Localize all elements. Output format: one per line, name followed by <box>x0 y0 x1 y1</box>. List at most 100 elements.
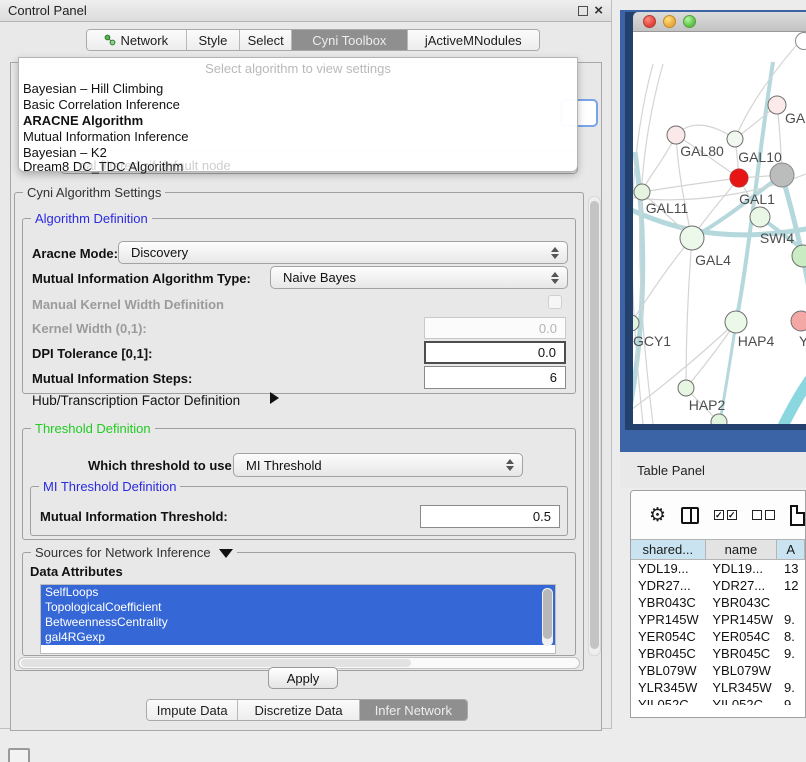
column-header-shared-name[interactable]: shared... <box>631 540 706 559</box>
tab-infer-network-label: Infer Network <box>375 703 452 718</box>
column-header-name[interactable]: name <box>706 540 778 559</box>
tab-network-label: Network <box>120 33 168 48</box>
cyni-algorithm-settings-title: Cyni Algorithm Settings <box>23 185 165 200</box>
gear-icon[interactable]: ⚙ <box>649 505 666 525</box>
tab-network[interactable]: Network <box>87 30 187 50</box>
network-node-gray[interactable] <box>770 163 794 187</box>
table-row[interactable]: YBR043C YBR043C <box>631 594 805 611</box>
select-all-columns-icon[interactable]: ✓ ✓ <box>714 510 737 520</box>
settings-horizontal-scrollbar-thumb[interactable] <box>21 659 411 667</box>
control-panel-titlebar[interactable]: Control Panel × <box>0 0 611 22</box>
mac-minimize-icon[interactable] <box>663 15 676 28</box>
mac-zoom-icon[interactable] <box>683 15 696 28</box>
attribute-list-scrollbar[interactable] <box>542 588 553 646</box>
dropdown-item-bayesian-hill-climbing[interactable]: Bayesian – Hill Climbing <box>23 81 163 96</box>
tab-select[interactable]: Select <box>240 30 292 50</box>
screen: Control Panel × Network Style Select <box>0 0 806 762</box>
manual-kernel-width-checkbox[interactable] <box>548 295 562 309</box>
kernel-width-label: Kernel Width (0,1): <box>32 321 147 336</box>
table-row-partial[interactable]: YIL052C YIL052C 9 <box>631 696 805 705</box>
table-row[interactable]: YPR145W YPR145W 9. <box>631 611 805 628</box>
table-row[interactable]: YDL19... YDL19... 13 <box>631 560 805 577</box>
node-label-gal80: GAL80 <box>680 143 724 159</box>
file-icon[interactable] <box>790 505 805 526</box>
network-canvas[interactable]: GAL GAL80 GAL10 GAL1 GAL11 SWI4 GAL4 GCY… <box>633 32 806 424</box>
threshold-definition-title: Threshold Definition <box>31 421 155 436</box>
dpi-tolerance-field[interactable]: 0.0 <box>424 341 566 364</box>
list-item-topologicalcoefficient[interactable]: TopologicalCoefficient <box>41 600 555 615</box>
network-nodes[interactable] <box>633 33 806 425</box>
which-threshold-label: Which threshold to use: <box>88 458 236 473</box>
deselect-all-columns-icon[interactable] <box>752 510 775 520</box>
network-node-gal11[interactable] <box>634 184 650 200</box>
attribute-list-scrollbar-thumb[interactable] <box>543 589 552 639</box>
table-panel-titlebar[interactable]: Table Panel <box>620 452 806 488</box>
network-node-gal80[interactable] <box>667 126 685 144</box>
tab-discretize-data[interactable]: Discretize Data <box>238 700 359 720</box>
list-item-betweennesscentrality[interactable]: BetweennessCentrality <box>41 615 555 630</box>
node-label-gcy1: GCY1 <box>633 333 671 349</box>
data-attributes-list[interactable]: SelfLoops TopologicalCoefficient Between… <box>40 584 556 654</box>
dropdown-prompt: Select algorithm to view settings <box>19 61 577 76</box>
network-node-bottom[interactable] <box>711 414 727 424</box>
network-node-gal4[interactable] <box>680 226 704 250</box>
node-label-gal: GAL <box>785 110 806 126</box>
list-item-gal4rgexp[interactable]: gal4RGexp <box>41 630 555 645</box>
tab-impute-data[interactable]: Impute Data <box>147 700 238 720</box>
tab-infer-network[interactable]: Infer Network <box>360 700 467 720</box>
network-node-gal1[interactable] <box>750 207 770 227</box>
mi-steps-value: 6 <box>550 370 557 385</box>
collapse-down-icon[interactable] <box>219 549 233 558</box>
settings-vertical-scrollbar-thumb[interactable] <box>590 201 599 649</box>
network-node-gal10[interactable] <box>727 131 743 147</box>
dropdown-item-aracne[interactable]: ARACNE Algorithm <box>23 113 143 128</box>
expand-right-icon[interactable] <box>270 392 279 404</box>
algorithm-definition-title: Algorithm Definition <box>31 211 152 226</box>
network-node-hap2[interactable] <box>678 380 694 396</box>
network-node-swi4[interactable] <box>792 245 806 267</box>
network-node-salmon[interactable] <box>791 311 806 331</box>
mi-algorithm-type-combo[interactable]: Naive Bayes <box>270 266 568 289</box>
float-window-icon[interactable] <box>578 6 588 16</box>
dropdown-item-basic-correlation[interactable]: Basic Correlation Inference <box>23 97 180 112</box>
network-tab-icon <box>104 34 116 46</box>
column-layout-icon[interactable] <box>681 507 699 524</box>
tab-select-label: Select <box>248 33 284 48</box>
table-row[interactable]: YBR045C YBR045C 9. <box>631 645 805 662</box>
combo-spinner-icon <box>506 459 514 471</box>
table-row[interactable]: YLR345W YLR345W 9. <box>631 679 805 696</box>
tab-cyni-toolbox[interactable]: Cyni Toolbox <box>292 30 407 50</box>
mi-threshold-field[interactable]: 0.5 <box>420 505 560 528</box>
network-node-red[interactable] <box>730 169 748 187</box>
mi-steps-field[interactable]: 6 <box>424 366 566 389</box>
list-item-selfloops[interactable]: SelfLoops <box>41 585 555 600</box>
apply-button[interactable]: Apply <box>268 667 338 689</box>
control-panel-window: Control Panel × Network Style Select <box>0 0 612 729</box>
table-row[interactable]: YER054C YER054C 8. <box>631 628 805 645</box>
kernel-width-field[interactable]: 0.0 <box>424 317 566 339</box>
network-node-gal[interactable] <box>768 96 786 114</box>
node-label-y: Y <box>799 333 806 349</box>
settings-vertical-scrollbar[interactable] <box>588 196 601 656</box>
which-threshold-combo[interactable]: MI Threshold <box>233 453 523 477</box>
network-window-titlebar[interactable] <box>633 12 806 32</box>
network-graph[interactable]: GAL GAL80 GAL10 GAL1 GAL11 SWI4 GAL4 GCY… <box>633 32 806 424</box>
dropdown-item-mutual-information[interactable]: Mutual Information Inference <box>23 129 188 144</box>
network-node-hap4[interactable] <box>725 311 747 333</box>
close-icon[interactable]: × <box>594 6 603 16</box>
combo-spinner-icon <box>551 247 559 259</box>
manual-kernel-width-label: Manual Kernel Width Definition <box>32 297 224 312</box>
tab-jactivemnodules[interactable]: jActiveMNodules <box>408 30 539 50</box>
network-node-labels: GAL GAL80 GAL10 GAL1 GAL11 SWI4 GAL4 GCY… <box>633 110 806 413</box>
control-panel-tabbar: Network Style Select Cyni Toolbox jActiv… <box>86 29 540 51</box>
tab-style[interactable]: Style <box>187 30 241 50</box>
mi-algorithm-type-label: Mutual Information Algorithm Type: <box>32 271 251 286</box>
tab-impute-data-label: Impute Data <box>157 703 228 718</box>
mac-close-icon[interactable] <box>643 15 656 28</box>
table-row[interactable]: YDR27... YDR27... 12 <box>631 577 805 594</box>
column-header-partial[interactable]: A <box>777 540 805 559</box>
network-node-top[interactable] <box>796 33 806 50</box>
aracne-mode-combo[interactable]: Discovery <box>118 241 568 264</box>
table-row[interactable]: YBL079W YBL079W <box>631 662 805 679</box>
minimized-panel-icon[interactable] <box>8 748 30 762</box>
